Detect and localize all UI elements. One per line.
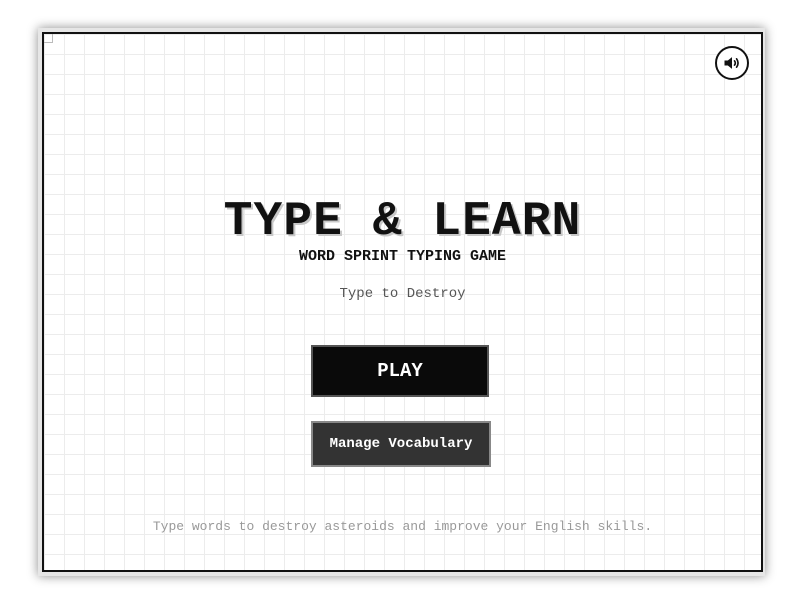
corner-marker bbox=[44, 34, 53, 43]
sound-toggle-button[interactable] bbox=[715, 46, 749, 80]
speaker-volume-icon bbox=[724, 57, 739, 69]
manage-vocabulary-button[interactable]: Manage Vocabulary bbox=[311, 421, 491, 467]
game-subtitle: WORD SPRINT TYPING GAME bbox=[298, 248, 507, 265]
instructions-text: Type words to destroy asteroids and impr… bbox=[152, 519, 653, 534]
play-button[interactable]: PLAY bbox=[311, 345, 489, 397]
game-title: TYPE & LEARN bbox=[223, 195, 582, 249]
game-tagline: Type to Destroy bbox=[339, 286, 466, 302]
game-canvas[interactable]: TYPE & LEARN WORD SPRINT TYPING GAME Typ… bbox=[42, 32, 763, 572]
